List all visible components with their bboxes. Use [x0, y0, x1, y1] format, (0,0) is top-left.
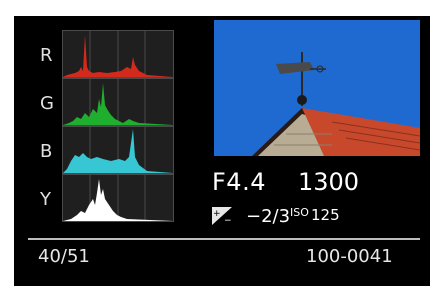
histogram-b-graph — [63, 127, 173, 173]
histogram-r — [62, 30, 174, 78]
image-counter: 40/51 — [38, 246, 90, 267]
histogram-g — [62, 78, 174, 126]
photo-preview — [214, 20, 420, 156]
svg-text:−: − — [224, 216, 232, 225]
iso-value: 125 — [311, 206, 340, 224]
divider — [28, 238, 420, 240]
histogram-b — [62, 126, 174, 174]
photo-image — [214, 20, 420, 156]
svg-text:+: + — [213, 209, 221, 219]
file-number: 100-0041 — [306, 246, 393, 267]
histogram-r-graph — [63, 31, 173, 77]
exposure-compensation-icon: + − — [212, 207, 232, 226]
histogram-y — [62, 174, 174, 222]
shutter-speed-value: 1300 — [298, 168, 360, 196]
histogram-b-label: B — [40, 141, 53, 162]
exposure-compensation-value: −2/3 — [246, 206, 291, 227]
histogram-g-graph — [63, 79, 173, 125]
histogram-r-label: R — [40, 45, 53, 66]
histogram-g-label: G — [40, 93, 54, 114]
aperture-value: F4.4 — [212, 168, 266, 196]
playback-screen: R G B Y F4.4 1300 + − −2/3 ISO 125 40/51… — [14, 16, 430, 286]
iso-label: ISO — [290, 206, 309, 219]
histogram-y-label: Y — [40, 189, 51, 210]
histogram-y-graph — [63, 175, 173, 221]
